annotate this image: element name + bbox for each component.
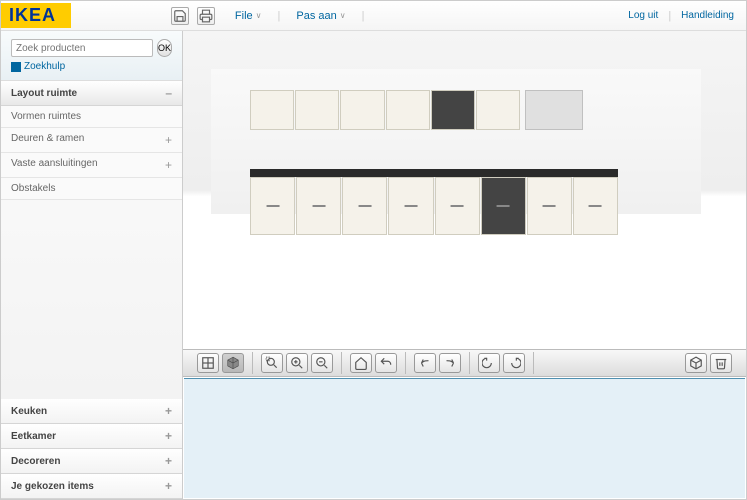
sidebar-item-obstacles[interactable]: Obstakels: [1, 178, 182, 200]
print-button[interactable]: [197, 7, 215, 25]
menu-file[interactable]: File∨: [235, 10, 262, 22]
pan-left-icon: [418, 356, 432, 370]
plus-icon: +: [165, 479, 172, 493]
menu-fit[interactable]: Pas aan∨: [296, 10, 345, 22]
rotate-left-button[interactable]: [478, 353, 500, 373]
delete-button[interactable]: [710, 353, 732, 373]
package-button[interactable]: [685, 353, 707, 373]
rotate-right-button[interactable]: [503, 353, 525, 373]
search-ok-button[interactable]: OK: [157, 39, 172, 57]
plus-icon: +: [165, 429, 172, 443]
header-right: Log uit | Handleiding: [628, 10, 746, 22]
sidebar: OK Zoekhulp Layout ruimte– Vormen ruimte…: [1, 31, 183, 499]
zoom-in-icon: [290, 356, 304, 370]
pan-right-button[interactable]: [439, 353, 461, 373]
zoom-out-button[interactable]: [311, 353, 333, 373]
kitchen-render: [211, 69, 701, 333]
zoom-out-icon: [315, 356, 329, 370]
pan-left-button[interactable]: [414, 353, 436, 373]
manual-link[interactable]: Handleiding: [681, 10, 734, 22]
accordion-kitchen[interactable]: Keuken+: [1, 399, 182, 423]
zoom-region-icon: [265, 356, 279, 370]
save-button[interactable]: [171, 7, 189, 25]
undo-icon: [379, 356, 393, 370]
plus-icon: +: [165, 158, 172, 172]
rotate-right-icon: [507, 356, 521, 370]
app-window: IKEA® File∨ | Pas aan∨ | Log uit | Handl…: [0, 0, 747, 500]
save-icon: [173, 9, 187, 23]
header: IKEA® File∨ | Pas aan∨ | Log uit | Handl…: [1, 1, 746, 31]
print-icon: [199, 9, 213, 23]
plus-icon: +: [165, 454, 172, 468]
pan-right-icon: [443, 356, 457, 370]
view-3d-button[interactable]: [222, 353, 244, 373]
tag-icon: [11, 62, 21, 72]
plus-icon: +: [165, 133, 172, 147]
header-tools: [171, 7, 215, 25]
zoom-in-button[interactable]: [286, 353, 308, 373]
canvas-area: [183, 31, 746, 499]
kitchen-3d-viewport[interactable]: [183, 31, 746, 349]
sidebar-item-doors[interactable]: Deuren & ramen+: [1, 128, 182, 153]
accordion-chosen-items[interactable]: Je gekozen items+: [1, 474, 182, 498]
bottom-accordion: Keuken+ Eetkamer+ Decoreren+ Je gekozen …: [1, 399, 182, 499]
package-icon: [689, 356, 703, 370]
menu-bar: File∨ | Pas aan∨ |: [235, 10, 365, 22]
selected-items-panel[interactable]: [184, 378, 745, 498]
viewport-toolbar: [183, 349, 746, 377]
view-2d-button[interactable]: [197, 353, 219, 373]
body: OK Zoekhulp Layout ruimte– Vormen ruimte…: [1, 31, 746, 499]
undo-button[interactable]: [375, 353, 397, 373]
rotate-left-icon: [482, 356, 496, 370]
accordion-decorate[interactable]: Decoreren+: [1, 449, 182, 473]
logout-link[interactable]: Log uit: [628, 10, 658, 22]
search-area: OK Zoekhulp: [1, 31, 182, 81]
sidebar-item-shapes[interactable]: Vormen ruimtes: [1, 106, 182, 128]
home-icon: [354, 356, 368, 370]
plus-icon: +: [165, 404, 172, 418]
accordion-dining[interactable]: Eetkamer+: [1, 424, 182, 448]
grid-icon: [201, 356, 215, 370]
accordion: Layout ruimte– Vormen ruimtes Deuren & r…: [1, 81, 182, 399]
zoom-region-button[interactable]: [261, 353, 283, 373]
sidebar-item-fixtures[interactable]: Vaste aansluitingen+: [1, 153, 182, 178]
chevron-down-icon: ∨: [340, 11, 346, 20]
search-help-link[interactable]: Zoekhulp: [11, 61, 172, 72]
search-input[interactable]: [11, 39, 153, 57]
accordion-layout[interactable]: Layout ruimte–: [1, 81, 182, 105]
trash-icon: [714, 356, 728, 370]
minus-icon: –: [165, 86, 172, 100]
cube-icon: [226, 356, 240, 370]
home-button[interactable]: [350, 353, 372, 373]
brand-logo: IKEA®: [1, 3, 71, 28]
chevron-down-icon: ∨: [256, 11, 262, 20]
